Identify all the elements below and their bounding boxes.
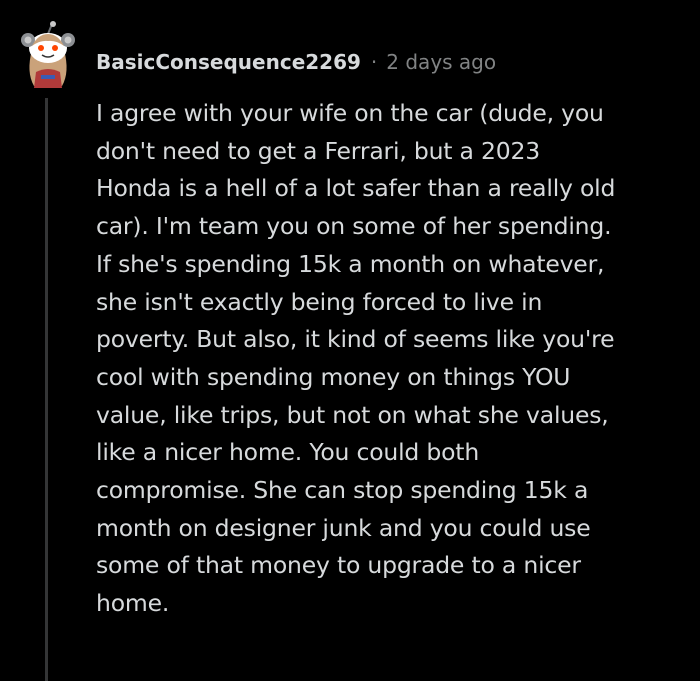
thread-line[interactable] (45, 98, 48, 681)
comment: BasicConsequence2269 · 2 days ago I agre… (0, 0, 700, 681)
snoo-avatar-icon[interactable] (18, 20, 78, 88)
comment-body: I agree with your wife on the car (dude,… (96, 99, 616, 618)
comment-header: BasicConsequence2269 · 2 days ago (96, 46, 496, 78)
username-link[interactable]: BasicConsequence2269 (96, 50, 361, 74)
meta-separator: · (370, 50, 378, 74)
timestamp[interactable]: 2 days ago (386, 50, 496, 74)
